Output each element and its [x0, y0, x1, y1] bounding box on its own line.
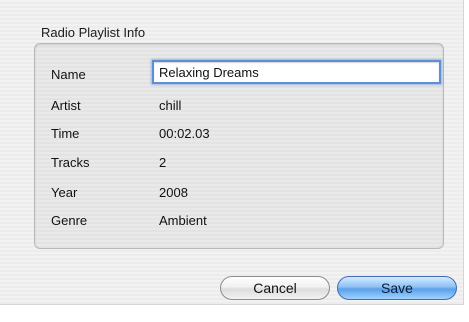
time-label: Time: [51, 126, 80, 141]
year-row: Year 2008: [35, 183, 443, 203]
cancel-button[interactable]: Cancel: [220, 276, 330, 300]
playlist-info-group: Name Artist chill Time 00:02.03 Tracks 2…: [34, 43, 444, 249]
tracks-value: 2: [159, 155, 167, 170]
group-title: Radio Playlist Info: [41, 25, 146, 40]
dialog-sheet: Radio Playlist Info Name Artist chill Ti…: [0, 0, 464, 305]
name-label: Name: [51, 67, 86, 82]
tracks-label: Tracks: [51, 155, 90, 170]
genre-value: Ambient: [159, 213, 207, 228]
artist-label: Artist: [51, 98, 81, 113]
tracks-row: Tracks 2: [35, 153, 443, 173]
time-value: 00:02.03: [159, 126, 210, 141]
save-button[interactable]: Save: [337, 276, 457, 300]
artist-row: Artist chill: [35, 96, 443, 116]
artist-value: chill: [159, 98, 182, 113]
genre-label: Genre: [51, 213, 88, 228]
time-row: Time 00:02.03: [35, 124, 443, 144]
year-value: 2008: [159, 185, 188, 200]
genre-row: Genre Ambient: [35, 211, 443, 231]
year-label: Year: [51, 185, 78, 200]
name-row: Name: [35, 60, 443, 85]
name-input[interactable]: [152, 60, 441, 84]
